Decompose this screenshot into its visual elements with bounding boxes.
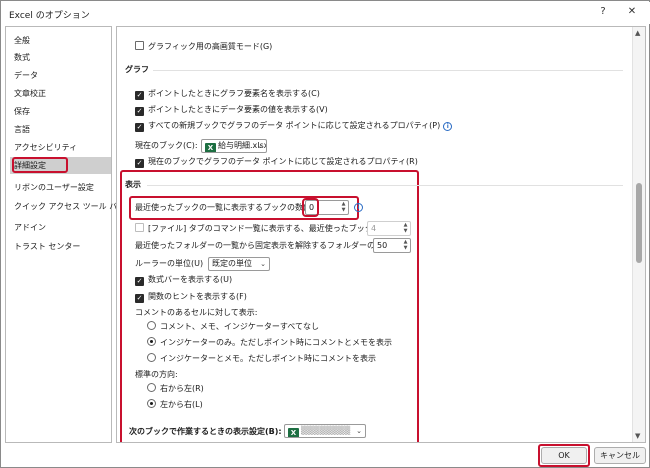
radio-button-icon[interactable] — [147, 353, 156, 362]
advanced-settings-panel: グラフィック用の高画質モード(G) グラフ ✓ ポイントしたときにグラフ要素名を表… — [116, 26, 646, 443]
direction-option-ltr[interactable]: 左から右(L) — [147, 398, 203, 412]
graph-option-label: ポイントしたときにデータ要素の値を表示する(V) — [148, 105, 328, 114]
quick-access-checkbox[interactable] — [135, 223, 144, 232]
help-button[interactable]: ? — [595, 6, 611, 20]
spinner-arrows-icon[interactable]: ▲ ▼ — [340, 201, 347, 214]
checkbox-checked-icon[interactable]: ✓ — [135, 159, 144, 168]
graph-section-heading: グラフ — [125, 65, 149, 74]
nav-item-formulas[interactable]: 数式 — [10, 49, 111, 66]
chevron-down-icon: ⌄ — [356, 427, 362, 435]
comment-option-indicator-notes[interactable]: インジケーターとメモ。ただしポイント時にコメントを表示 — [147, 352, 376, 366]
next-book-display-heading: 次のブックで作業するときの表示設定(B): — [129, 427, 282, 436]
nav-item-customize-ribbon[interactable]: リボンのユーザー設定 — [10, 179, 111, 196]
nav-item-data[interactable]: データ — [10, 67, 111, 84]
highlight-box-ok — [538, 444, 590, 467]
recent-books-label: 最近使ったブックの一覧に表示するブックの数(R): — [135, 203, 318, 212]
quick-access-label: [ファイル] タブのコマンド一覧に表示する、最近使ったブックの数(Q): — [148, 224, 405, 233]
chevron-down-icon: ⌄ — [257, 142, 263, 150]
graph-option-element-names[interactable]: ✓ ポイントしたときにグラフ要素名を表示する(C) — [135, 87, 320, 101]
unpin-folders-label: 最近使ったフォルダーの一覧から固定表示を解除するフォルダーの数(F): — [135, 241, 397, 250]
scrollbar-thumb[interactable] — [636, 183, 642, 263]
nav-item-trust-center[interactable]: トラスト センター — [10, 238, 111, 255]
graph-option-all-books-props[interactable]: ✓ すべての新規ブックでグラフのデータ ポイントに応じて設定されるプロパティ(P)… — [135, 119, 453, 133]
spinner-arrows-icon[interactable]: ▲ ▼ — [402, 239, 409, 252]
next-book-select[interactable]: X ▒▒▒▒▒▒▒▒ ⌄ — [284, 424, 366, 438]
info-icon[interactable]: i — [443, 122, 453, 131]
checkbox-checked-icon[interactable]: ✓ — [135, 91, 144, 100]
unpin-folders-spinner[interactable]: 50 ▲ ▼ — [373, 238, 411, 253]
close-button[interactable]: ✕ — [624, 6, 640, 20]
radio-button-selected-icon[interactable] — [147, 337, 156, 346]
comment-option-none[interactable]: コメント、メモ、インジケーターすべてなし — [147, 320, 319, 334]
checkbox-checked-icon[interactable]: ✓ — [135, 107, 144, 116]
direction-option-label: 左から右(L) — [160, 400, 203, 409]
checkbox-checked-icon[interactable]: ✓ — [135, 123, 144, 132]
chevron-down-icon: ⌄ — [260, 260, 266, 268]
quick-access-spinner[interactable]: 4 ▲ ▼ — [367, 221, 411, 236]
checkbox-checked-icon[interactable]: ✓ — [135, 294, 144, 303]
direction-option-label: 右から左(R) — [160, 384, 204, 393]
nav-item-quick-access-toolbar[interactable]: クイック アクセス ツール バー — [10, 198, 125, 215]
nav-item-advanced[interactable]: 詳細設定 — [10, 157, 111, 174]
cancel-button[interactable]: キャンセル — [594, 447, 646, 464]
ruler-units-label: ルーラーの単位(U) — [135, 259, 204, 268]
scroll-up-icon[interactable]: ▲ — [635, 29, 640, 37]
nav-item-language[interactable]: 言語 — [10, 121, 111, 138]
hq-graphics-checkbox[interactable] — [135, 41, 144, 50]
formula-bar-label: 数式バーを表示する(U) — [148, 275, 233, 284]
checkbox-checked-icon[interactable]: ✓ — [135, 277, 144, 286]
current-book-props-label: 現在のブックでグラフのデータ ポイントに応じて設定されるプロパティ(R) — [148, 157, 418, 166]
highlight-box-advanced — [12, 157, 68, 173]
nav-item-save[interactable]: 保存 — [10, 103, 111, 120]
section-divider — [147, 185, 623, 186]
current-book-select[interactable]: X 給与明細.xlsx ⌄ — [201, 139, 267, 153]
comment-option-label: コメント、メモ、インジケーターすべてなし — [160, 322, 319, 331]
highlight-box-recent-books-value — [302, 198, 319, 217]
excel-file-icon: X — [288, 428, 299, 437]
display-section-heading: 表示 — [125, 180, 141, 189]
vertical-scrollbar[interactable]: ▲ ▼ — [632, 27, 645, 442]
function-tips-option[interactable]: ✓ 関数のヒントを表示する(F) — [135, 290, 247, 304]
ruler-units-value: 既定の単位 — [212, 259, 252, 268]
nav-item-general[interactable]: 全般 — [10, 32, 111, 49]
window-title: Excel のオプション — [9, 11, 90, 21]
graph-option-data-values[interactable]: ✓ ポイントしたときにデータ要素の値を表示する(V) — [135, 103, 328, 117]
current-book-props-option[interactable]: ✓ 現在のブックでグラフのデータ ポイントに応じて設定されるプロパティ(R) — [135, 155, 418, 169]
radio-button-icon[interactable] — [147, 383, 156, 392]
comment-option-label: インジケーターのみ。ただしポイント時にコメントとメモを表示 — [160, 338, 392, 347]
graph-option-label: すべての新規ブックでグラフのデータ ポイントに応じて設定されるプロパティ(P) — [148, 121, 441, 130]
nav-item-addins[interactable]: アドイン — [10, 219, 111, 236]
nav-item-accessibility[interactable]: アクセシビリティ — [10, 139, 111, 156]
spinner-arrows-icon[interactable]: ▲ ▼ — [402, 222, 409, 235]
info-icon[interactable]: i — [354, 203, 363, 212]
comment-option-indicator-only[interactable]: インジケーターのみ。ただしポイント時にコメントとメモを表示 — [147, 336, 392, 350]
category-nav: 全般 数式 データ 文章校正 保存 言語 アクセシビリティ 詳細設定 リボンのユ… — [5, 26, 125, 443]
unpin-folders-value: 50 — [377, 241, 388, 250]
comments-display-label: コメントのあるセルに対して表示: — [135, 308, 258, 317]
comment-option-label: インジケーターとメモ。ただしポイント時にコメントを表示 — [160, 354, 376, 363]
formula-bar-option[interactable]: ✓ 数式バーを表示する(U) — [135, 273, 232, 287]
ruler-units-select[interactable]: 既定の単位 ⌄ — [208, 257, 270, 271]
quick-access-value: 4 — [371, 224, 377, 233]
graph-option-label: ポイントしたときにグラフ要素名を表示する(C) — [148, 89, 320, 98]
function-tips-label: 関数のヒントを表示する(F) — [148, 292, 247, 301]
options-dialog: Excel のオプション ? ✕ 全般 数式 データ 文章校正 保存 言語 アク… — [0, 0, 650, 468]
direction-label: 標準の方向: — [135, 370, 178, 379]
quick-access-books-option[interactable]: [ファイル] タブのコマンド一覧に表示する、最近使ったブックの数(Q): — [135, 222, 404, 236]
direction-option-rtl[interactable]: 右から左(R) — [147, 382, 204, 396]
title-bar: Excel のオプション ? ✕ — [2, 2, 650, 24]
excel-file-icon: X — [205, 143, 216, 152]
next-book-value-obscured: ▒▒▒▒▒▒▒▒ — [301, 426, 351, 435]
hq-graphics-option[interactable]: グラフィック用の高画質モード(G) — [135, 40, 272, 54]
nav-item-proofing[interactable]: 文章校正 — [10, 85, 111, 102]
section-divider — [153, 70, 623, 71]
radio-button-selected-icon[interactable] — [147, 399, 156, 408]
hq-graphics-label: グラフィック用の高画質モード(G) — [148, 42, 273, 51]
radio-button-icon[interactable] — [147, 321, 156, 330]
current-book-label: 現在のブック(C): — [135, 141, 198, 150]
scroll-down-icon[interactable]: ▼ — [635, 432, 640, 440]
